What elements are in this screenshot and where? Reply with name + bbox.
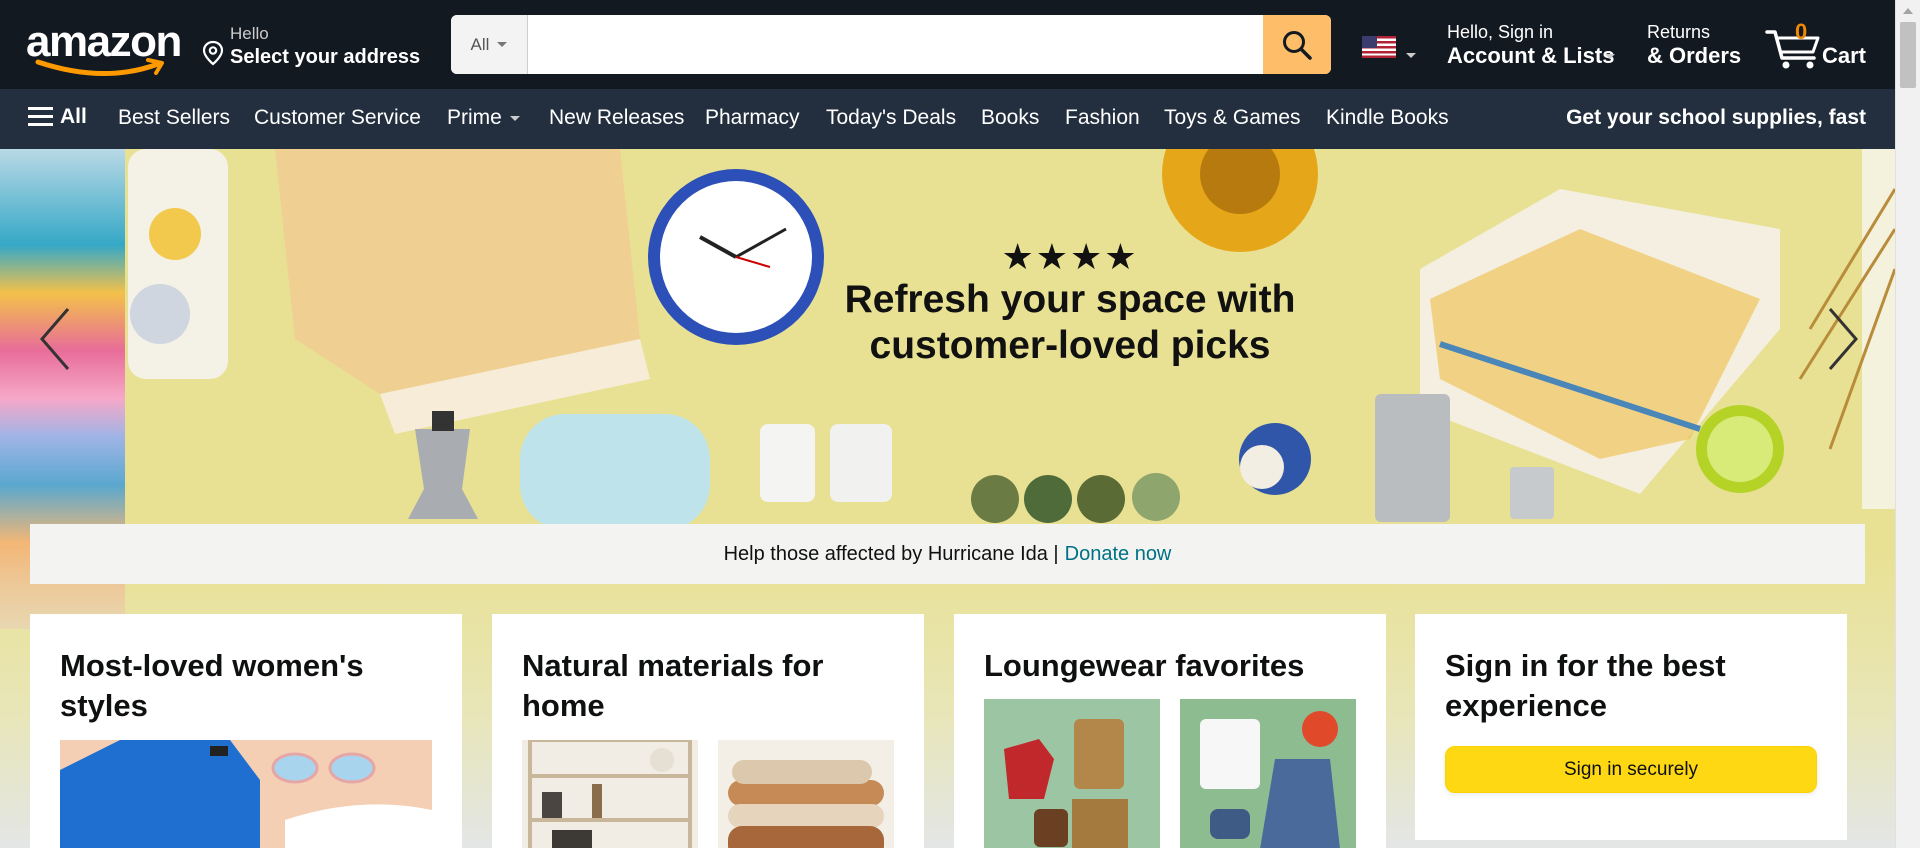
all-menu-button[interactable]: All [28,105,87,129]
nav-promo-school-supplies[interactable]: Get your school supplies, fast [1566,106,1866,130]
card-womens-styles[interactable]: Most-loved women's styles [30,614,462,848]
hero-headline-line2: customer-loved picks [869,324,1271,367]
card-title: Most-loved women's styles [60,648,364,723]
language-selector[interactable] [1362,36,1422,58]
card-title: Sign in for the best experience [1445,648,1726,723]
card-title: Loungewear favorites [984,648,1305,683]
card-loungewear[interactable]: Loungewear favorites [954,614,1386,848]
search-category-label: All [470,34,490,54]
search-button[interactable] [1263,15,1331,74]
orders-label: & Orders [1647,43,1742,68]
sign-in-securely-button[interactable]: Sign in securely [1445,746,1817,793]
account-lists[interactable]: Hello, Sign in Account & Lists [1447,20,1617,72]
account-lists-label: Account & Lists [1447,43,1615,68]
cart-icon [1765,30,1820,69]
chevron-down-icon [1605,54,1615,59]
nav-fashion[interactable]: Fashion [1065,106,1140,130]
card-title: Natural materials for home [522,648,824,723]
search-icon [1283,30,1312,60]
chevron-down-icon [497,42,508,47]
donate-now-link[interactable]: Donate now [1065,543,1172,566]
secondary-navbar: All Best Sellers Customer Service Prime … [0,89,1895,149]
chevron-down-icon [1406,53,1416,58]
nav-books[interactable]: Books [981,106,1039,130]
nav-prime[interactable]: Prime [447,106,520,130]
rating-stars: ★★★★ [1001,236,1139,277]
notice-text: Help those affected by Hurricane Ida | [723,542,1059,565]
nav-new-releases[interactable]: New Releases [549,106,684,130]
scrollbar-thumb[interactable] [1900,22,1916,88]
loungewear-image-1[interactable] [984,699,1160,848]
hero-headline: ★★★★ Refresh your space with customer-lo… [820,237,1320,369]
natural-materials-blankets-image[interactable] [718,740,894,848]
nav-best-sellers[interactable]: Best Sellers [118,106,230,130]
hurricane-notice-banner: Help those affected by Hurricane Ida | D… [30,524,1865,584]
cart-label: Cart [1822,43,1867,68]
scroll-up-arrow-icon[interactable] [1903,8,1913,14]
location-pin-icon [202,40,224,66]
cart-count: 0 [1795,19,1808,44]
all-menu-label: All [60,105,87,128]
search-input[interactable] [528,15,1263,74]
search-bar: All [451,15,1331,74]
account-hello: Hello, Sign in [1447,22,1554,42]
page-scrollbar[interactable] [1895,0,1920,848]
womens-styles-image[interactable] [60,740,432,848]
natural-materials-shelf-image[interactable] [522,740,698,848]
logo-smile-icon [35,58,164,76]
nav-toys-games[interactable]: Toys & Games [1164,106,1301,130]
nav-customer-service[interactable]: Customer Service [254,106,421,130]
loungewear-image-2[interactable] [1180,699,1356,848]
returns-label: Returns [1647,22,1711,42]
hero-headline-line1: Refresh your space with [844,278,1296,321]
hamburger-menu-icon [28,107,53,127]
returns-orders[interactable]: Returns & Orders [1647,20,1777,72]
address-hello: Hello [230,24,269,43]
address-select: Select your address [230,46,421,68]
chevron-down-icon [509,115,520,121]
cart-button[interactable]: 0 Cart [1764,19,1874,72]
carousel-next-arrow-icon[interactable] [1810,299,1870,379]
search-category-dropdown[interactable]: All [451,15,528,74]
top-navbar: amazon Hello Select your address All Hel… [0,0,1920,89]
carousel-prev-arrow-icon[interactable] [28,299,88,379]
amazon-logo[interactable]: amazon [24,18,182,76]
card-natural-materials[interactable]: Natural materials for home [492,614,924,848]
nav-kindle-books[interactable]: Kindle Books [1326,106,1449,130]
card-sign-in: Sign in for the best experience Sign in … [1415,614,1847,840]
us-flag-icon [1362,36,1396,58]
nav-prime-label: Prime [447,106,502,129]
nav-todays-deals[interactable]: Today's Deals [826,106,956,130]
nav-pharmacy[interactable]: Pharmacy [705,106,800,130]
